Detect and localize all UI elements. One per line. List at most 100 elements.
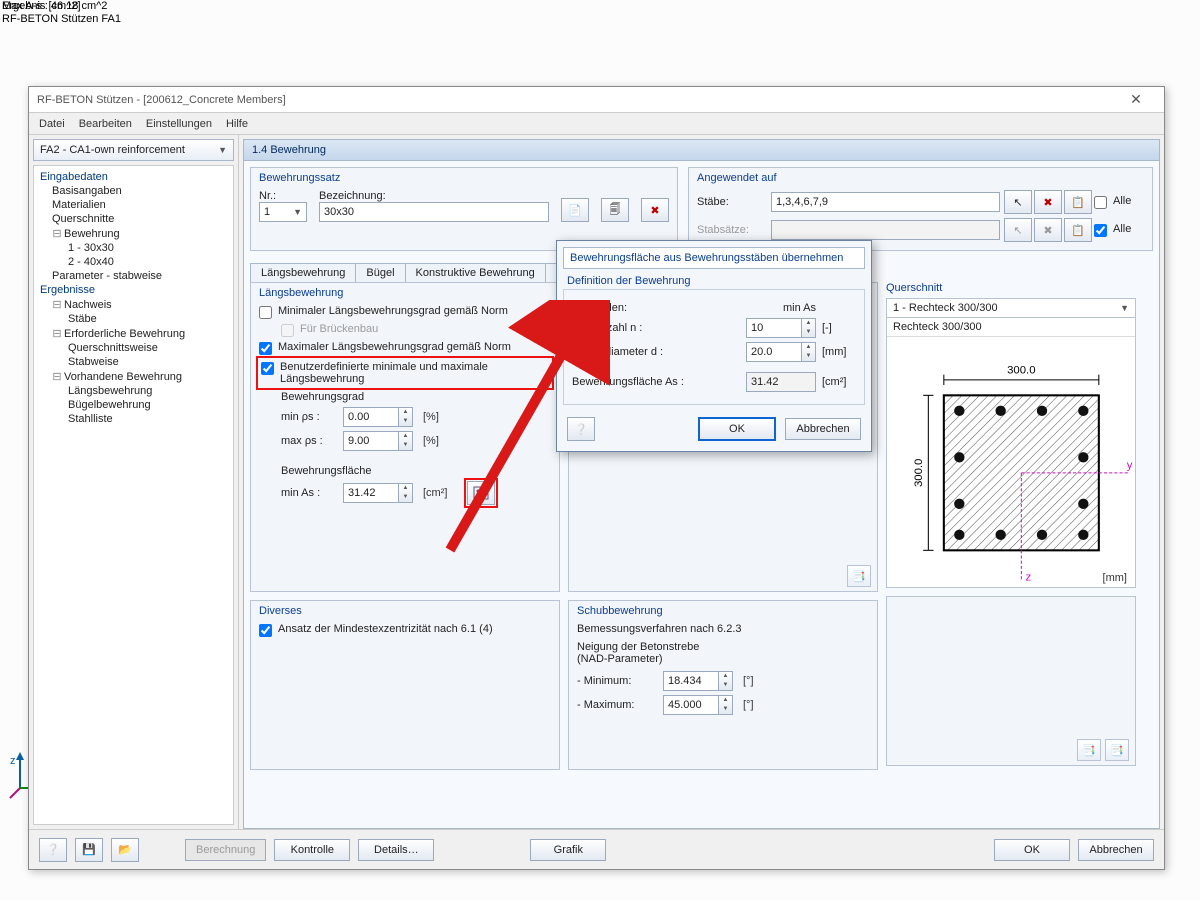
qs-detail-icon-2[interactable]: 📑 [1105, 739, 1129, 761]
tree-input[interactable]: Eingabedaten [34, 170, 233, 184]
menu-bearbeiten[interactable]: Bearbeiten [79, 118, 132, 130]
grafik-button[interactable]: Grafik [530, 839, 606, 861]
tree-querschnitte[interactable]: Querschnitte [34, 212, 233, 226]
input-maxrho[interactable]: 9.00▲▼ [343, 431, 413, 451]
input-schub-min[interactable]: 18.434▲▼ [663, 671, 733, 691]
import-icon[interactable]: 📂 [111, 838, 139, 862]
label-apply: Anwenden: [572, 302, 746, 314]
label-nr: Nr.: [259, 190, 307, 202]
input-minrho[interactable]: 0.00▲▼ [343, 407, 413, 427]
popup-help-icon[interactable]: ❔ [567, 417, 595, 441]
group-diverses: Diverses Ansatz der Mindestexzentrizität… [250, 600, 560, 770]
chk-alle-staebe[interactable] [1094, 196, 1107, 209]
list-members-icon[interactable]: 📋 [1064, 190, 1092, 214]
label-bewgrad: Bewehrungsgrad [281, 391, 551, 403]
list-sets-icon: 📋 [1064, 218, 1092, 242]
navigation-tree[interactable]: Eingabedaten Basisangaben Materialien Qu… [33, 165, 234, 825]
take-rebar-area-button[interactable] [467, 481, 495, 505]
tree-basisangaben[interactable]: Basisangaben [34, 184, 233, 198]
tree-nachweis[interactable]: ⊟Nachweis [34, 297, 233, 312]
pick-members-icon[interactable]: ↖ [1004, 190, 1032, 214]
input-diameter[interactable]: 20.0▲▼ [746, 342, 816, 362]
label-bewflaeche: Bewehrungsfläche [281, 465, 551, 477]
group-title: Diverses [259, 605, 551, 617]
tab-buegel[interactable]: Bügel [355, 263, 405, 282]
menu-hilfe[interactable]: Hilfe [226, 118, 248, 130]
tree-stabweise[interactable]: Stabweise [34, 355, 233, 369]
label-maxrho: max ρs : [281, 435, 337, 447]
svg-text:300.0: 300.0 [1007, 365, 1035, 377]
cross-section-drawing: 300.0 300.0 y z [887, 337, 1135, 588]
popup-tooltip: Bewehrungsfläche aus Bewehrungsstäben üb… [563, 247, 865, 269]
unit-cm2: [cm²] [822, 376, 856, 388]
group-schub: Schubbewehrung Bemessungsverfahren nach … [568, 600, 878, 770]
popup-cancel-button[interactable]: Abbrechen [785, 418, 861, 440]
tree-vorhandene[interactable]: ⊟Vorhandene Bewehrung [34, 369, 233, 384]
cross-section-select[interactable]: 1 - Rechteck 300/300▼ [887, 299, 1135, 318]
details-button[interactable]: Details… [358, 839, 434, 861]
group-title: Schubbewehrung [577, 605, 869, 617]
qs-detail-icon[interactable]: 📑 [1077, 739, 1101, 761]
tree-stahlliste[interactable]: Stahlliste [34, 412, 233, 426]
tree-bw1[interactable]: 1 - 30x30 [34, 241, 233, 255]
group-qs-lower: 📑📑 [886, 596, 1136, 766]
chk-min-norm[interactable] [259, 306, 272, 319]
chk-alle-sets[interactable] [1094, 224, 1107, 237]
help-icon[interactable]: ❔ [39, 838, 67, 862]
case-combo-label: FA2 - CA1-own reinforcement [40, 144, 185, 156]
case-combo[interactable]: FA2 - CA1-own reinforcement ▼ [33, 139, 234, 161]
tab-laengs[interactable]: Längsbewehrung [250, 263, 356, 282]
tree-bw2[interactable]: 2 - 40x40 [34, 255, 233, 269]
label-diameter: Rebar diameter d : [572, 346, 746, 358]
export-icon[interactable]: 💾 [75, 838, 103, 862]
ok-button[interactable]: OK [994, 839, 1070, 861]
input-schub-max[interactable]: 45.000▲▼ [663, 695, 733, 715]
tree-bewehrung[interactable]: ⊟Bewehrung [34, 226, 233, 241]
clear-members-icon[interactable]: ✖ [1034, 190, 1062, 214]
group-bewehrungssatz: Bewehrungssatz Nr.: 1▼ Bezeichnung: 30x3… [250, 167, 678, 251]
chevron-down-icon: ▼ [218, 145, 227, 155]
input-staebe[interactable]: 1,3,4,6,7,9 [771, 192, 1000, 212]
faktoren-detail-icon[interactable]: 📑 [847, 565, 871, 587]
copy-set-icon[interactable]: 🗐 [601, 198, 629, 222]
berechnung-button[interactable]: Berechnung [185, 839, 266, 861]
chk-mindestexz[interactable] [259, 624, 272, 637]
group-applied: Angewendet auf Stäbe: 1,3,4,6,7,9 ↖ ✖ 📋 … [688, 167, 1153, 251]
tree-param[interactable]: Parameter - stabweise [34, 269, 233, 283]
popup-ok-button[interactable]: OK [699, 418, 775, 440]
titlebar: RF-BETON Stützen - [200612_Concrete Memb… [29, 87, 1164, 113]
input-minas[interactable]: 31.42▲▼ [343, 483, 413, 503]
tree-materialien[interactable]: Materialien [34, 198, 233, 212]
combo-nr[interactable]: 1▼ [259, 202, 307, 222]
dialog-window: RF-BETON Stützen - [200612_Concrete Memb… [28, 86, 1165, 870]
tab-konstruktiv[interactable]: Konstruktive Bewehrung [405, 263, 546, 282]
chk-userdef[interactable] [261, 362, 274, 375]
chk-max-norm[interactable] [259, 342, 272, 355]
tree-buegel[interactable]: Bügelbewehrung [34, 398, 233, 412]
input-stabsaetze [771, 220, 1000, 240]
qs-title: Querschnitt [886, 282, 1136, 294]
tree-staebe[interactable]: Stäbe [34, 312, 233, 326]
label-minas: min As : [281, 487, 337, 499]
label-bezeichnung: Bezeichnung: [319, 190, 549, 202]
abbrechen-button[interactable]: Abbrechen [1078, 839, 1154, 861]
delete-set-icon[interactable]: ✖ [641, 198, 669, 222]
menu-einstellungen[interactable]: Einstellungen [146, 118, 212, 130]
label-area: Bewehrungsfläche As : [572, 376, 746, 388]
value-apply: min As [746, 302, 816, 314]
tree-laengs[interactable]: Längsbewehrung [34, 384, 233, 398]
kontrolle-button[interactable]: Kontrolle [274, 839, 350, 861]
tree-qsweise[interactable]: Querschnittsweise [34, 341, 233, 355]
menu-bar: Datei Bearbeiten Einstellungen Hilfe [29, 113, 1164, 135]
tree-ergebnisse[interactable]: Ergebnisse [34, 283, 233, 297]
close-icon[interactable]: ✕ [1116, 91, 1156, 108]
input-stabanzahl[interactable]: 10▲▼ [746, 318, 816, 338]
group-title: Bewehrungssatz [259, 172, 669, 184]
unit-pct: [%] [423, 435, 439, 447]
new-set-icon[interactable]: 📄 [561, 198, 589, 222]
cross-section-panel: 1 - Rechteck 300/300▼ Rechteck 300/300 [886, 298, 1136, 588]
tree-erforderliche[interactable]: ⊟Erforderliche Bewehrung [34, 326, 233, 341]
menu-datei[interactable]: Datei [39, 118, 65, 130]
svg-text:300.0: 300.0 [913, 459, 925, 487]
input-bezeichnung[interactable]: 30x30 [319, 202, 549, 222]
